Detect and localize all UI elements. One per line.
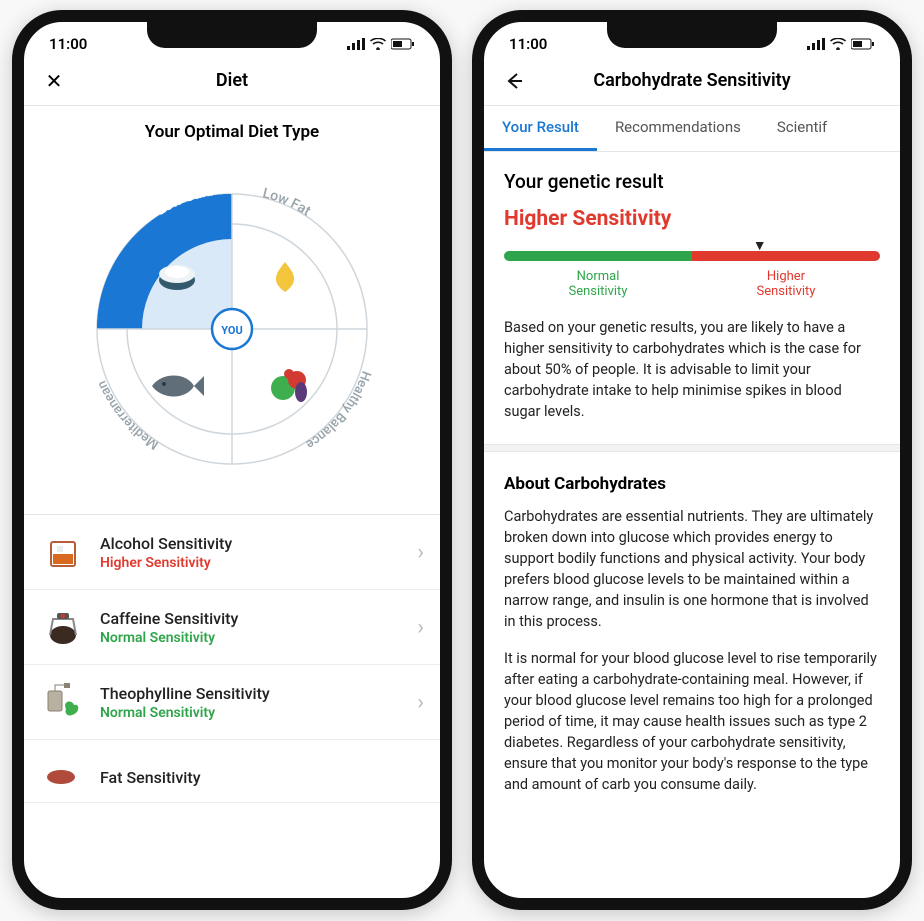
- oil-drop-icon: [276, 262, 294, 292]
- svg-text:Mediterranean: Mediterranean: [95, 378, 162, 452]
- page-title: Diet: [24, 70, 440, 91]
- notch: [147, 20, 317, 48]
- wheel-center: YOU: [221, 324, 243, 337]
- list-sub: Normal Sensitivity: [100, 705, 403, 721]
- wifi-icon: [370, 38, 386, 50]
- scale-label-normal: Normal Sensitivity: [569, 269, 628, 299]
- list-sub: Normal Sensitivity: [100, 630, 403, 646]
- sensitivity-scale: ▼ Normal Sensitivity Higher Sensitivity: [504, 251, 880, 299]
- chevron-right-icon: ›: [417, 540, 424, 565]
- list-item-theophylline[interactable]: Theophylline Sensitivity Normal Sensitiv…: [24, 665, 440, 740]
- diet-wheel: YOU Low Carb Low Fat Healthy Balance Med…: [24, 154, 440, 514]
- status-time: 11:00: [49, 35, 87, 53]
- wifi-icon: [830, 38, 846, 50]
- veggies-icon: [271, 369, 307, 402]
- scroll-area[interactable]: Your Optimal Diet Type: [24, 106, 440, 898]
- chevron-right-icon: ›: [417, 615, 424, 640]
- tab-your-result[interactable]: Your Result: [484, 106, 597, 151]
- svg-text:Healthy Balance: Healthy Balance: [303, 369, 373, 452]
- svg-text:Low Fat: Low Fat: [261, 185, 314, 219]
- list-item-caffeine[interactable]: Caffeine Sensitivity Normal Sensitivity …: [24, 590, 440, 665]
- tab-recommendations[interactable]: Recommendations: [597, 106, 759, 151]
- tea-bag-icon: [40, 679, 86, 725]
- whiskey-glass-icon: [40, 529, 86, 575]
- status-icons: [347, 38, 415, 50]
- battery-icon: [851, 38, 875, 50]
- scale-normal-segment: [504, 251, 692, 261]
- scale-label-high: Higher Sensitivity: [757, 269, 816, 299]
- about-paragraph-1: Carbohydrates are essential nutrients. T…: [504, 506, 880, 632]
- status-time: 11:00: [509, 35, 547, 53]
- header: ✕ Diet: [24, 60, 440, 106]
- tabs: Your Result Recommendations Scientif: [484, 106, 900, 152]
- bowl-icon: [159, 265, 195, 290]
- signal-icon: [347, 38, 365, 50]
- list-sub: Higher Sensitivity: [100, 555, 403, 571]
- result-value: Higher Sensitivity: [504, 207, 880, 231]
- list-title: Fat Sensitivity: [100, 768, 424, 787]
- close-button[interactable]: ✕: [40, 67, 68, 95]
- section-divider: [484, 444, 900, 452]
- list-title: Alcohol Sensitivity: [100, 534, 403, 553]
- fish-icon: [152, 376, 204, 397]
- result-summary: Based on your genetic results, you are l…: [504, 317, 880, 422]
- header: Carbohydrate Sensitivity: [484, 60, 900, 106]
- back-button[interactable]: [500, 67, 528, 95]
- tab-scientific[interactable]: Scientif: [759, 106, 845, 151]
- list-title: Theophylline Sensitivity: [100, 684, 403, 703]
- list-item-fat[interactable]: Fat Sensitivity: [24, 740, 440, 803]
- list-title: Caffeine Sensitivity: [100, 609, 403, 628]
- about-heading: About Carbohydrates: [504, 474, 880, 494]
- phone-diet-overview: 11:00 ✕ Diet Your Optimal Diet Type: [12, 10, 452, 910]
- about-paragraph-2: It is normal for your blood glucose leve…: [504, 648, 880, 795]
- scroll-area[interactable]: Your genetic result Higher Sensitivity ▼…: [484, 152, 900, 910]
- status-icons: [807, 38, 875, 50]
- notch: [607, 20, 777, 48]
- meat-icon: [40, 754, 86, 800]
- section-title: Your Optimal Diet Type: [24, 122, 440, 142]
- list-item-alcohol[interactable]: Alcohol Sensitivity Higher Sensitivity ›: [24, 515, 440, 590]
- chevron-right-icon: ›: [417, 690, 424, 715]
- result-heading: Your genetic result: [504, 170, 880, 193]
- page-title: Carbohydrate Sensitivity: [484, 70, 900, 91]
- scale-marker: ▼: [753, 237, 767, 254]
- battery-icon: [391, 38, 415, 50]
- signal-icon: [807, 38, 825, 50]
- phone-carb-detail: 11:00 Carbohydrate Sensitivity Your Resu…: [472, 10, 912, 910]
- scale-high-segment: [692, 251, 880, 261]
- coffee-pot-icon: [40, 604, 86, 650]
